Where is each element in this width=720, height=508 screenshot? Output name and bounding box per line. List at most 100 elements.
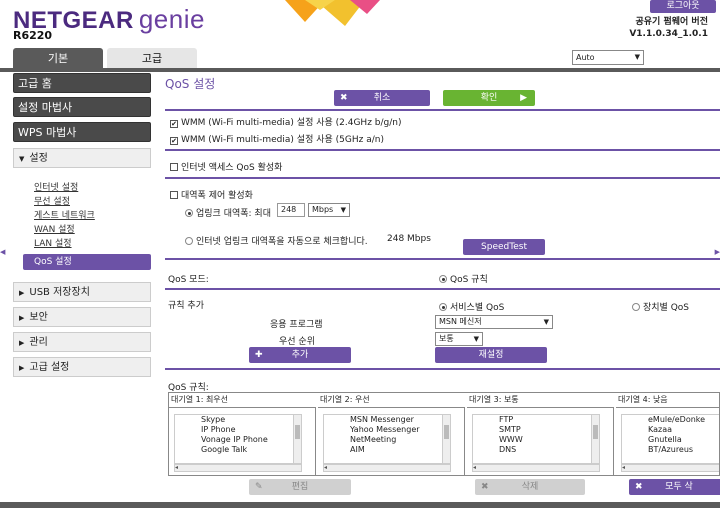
list-item[interactable]: MSN Messenger: [324, 415, 450, 425]
by-service-radio[interactable]: [439, 303, 447, 311]
sidebar-group-usb[interactable]: ▶ USB 저장장치: [13, 282, 151, 302]
queue-column: 대기열 2: 우선 MSN Messenger Yahoo Messenger …: [318, 393, 465, 475]
triangle-right-icon: ▶: [19, 339, 25, 347]
add-rule-label: 규칙 추가: [168, 301, 204, 311]
sidebar-group-advanced-setup[interactable]: ▶ 고급 설정: [13, 357, 151, 377]
vertical-scrollbar[interactable]: [442, 415, 450, 463]
firmware-version: V1.1.0.34_1.0.1: [629, 29, 708, 39]
horizontal-scrollbar[interactable]: ◂: [621, 464, 719, 472]
queue-column: 대기열 4: 낮음 eMule/eDonke Kazaa Gnutella BT…: [616, 393, 719, 475]
bw-control-row: 대역폭 제어 활성화: [170, 188, 253, 201]
cancel-button[interactable]: ✖ 취소: [334, 90, 430, 106]
list-item[interactable]: IP Phone: [175, 425, 301, 435]
arrow-right-icon: ▶: [520, 93, 527, 103]
apply-button[interactable]: 확인 ▶: [443, 90, 535, 106]
divider: [165, 368, 720, 370]
list-item[interactable]: DNS: [473, 445, 599, 455]
chevron-down-icon: ▼: [473, 335, 479, 343]
tab-advanced[interactable]: 고급: [107, 48, 197, 69]
by-device-label: 장치별 QoS: [643, 303, 690, 313]
logout-button[interactable]: 로그아웃: [650, 0, 716, 13]
sidebar-wizard-button[interactable]: 설정 마법사: [13, 97, 151, 117]
edit-label: 편집: [291, 482, 309, 492]
uplink-manual-radio[interactable]: [185, 209, 193, 217]
scrollbar-thumb[interactable]: [295, 425, 300, 439]
list-item[interactable]: WWW: [473, 435, 599, 445]
edit-button[interactable]: ✎ 편집: [249, 479, 351, 495]
reset-button[interactable]: 재설정: [435, 347, 547, 363]
uplink-auto-radio[interactable]: [185, 237, 193, 245]
list-item[interactable]: NetMeeting: [324, 435, 450, 445]
close-icon: ✖: [340, 93, 348, 103]
sidebar-item-wireless[interactable]: 무선 설정: [34, 194, 70, 207]
sidebar-item-lan[interactable]: LAN 설정: [34, 236, 72, 249]
collapse-left-icon[interactable]: ◀: [0, 248, 5, 256]
horizontal-scrollbar[interactable]: ◂: [174, 464, 302, 472]
queue-list[interactable]: MSN Messenger Yahoo Messenger NetMeeting…: [323, 414, 451, 464]
uplink-bandwidth-input[interactable]: 248: [277, 203, 305, 217]
app-select[interactable]: MSN 메신저 ▼: [435, 315, 553, 329]
queue-list[interactable]: FTP SMTP WWW DNS: [472, 414, 600, 464]
language-value: Auto: [576, 53, 595, 62]
sidebar-group-admin[interactable]: ▶ 관리: [13, 332, 151, 352]
list-item[interactable]: Kazaa: [622, 425, 719, 435]
queue-list[interactable]: eMule/eDonke Kazaa Gnutella BT/Azureus: [621, 414, 719, 464]
by-service-label: 서비스별 QoS: [450, 303, 505, 313]
list-item[interactable]: Yahoo Messenger: [324, 425, 450, 435]
tab-basic[interactable]: 기본: [13, 48, 103, 69]
list-item[interactable]: Vonage IP Phone: [175, 435, 301, 445]
sidebar-group-security[interactable]: ▶ 보안: [13, 307, 151, 327]
priority-label: 우선 순위: [279, 337, 315, 347]
scrollbar-thumb[interactable]: [444, 425, 449, 439]
internet-qos-checkbox[interactable]: [170, 163, 178, 171]
list-item[interactable]: Skype: [175, 415, 301, 425]
vertical-scrollbar[interactable]: [591, 415, 599, 463]
sidebar-group-setup[interactable]: ▼ 설정: [13, 148, 151, 168]
delete-all-button[interactable]: ✖ 모두 삭: [629, 479, 720, 495]
list-item[interactable]: eMule/eDonke: [622, 415, 719, 425]
wmm-5-checkbox[interactable]: ✔: [170, 137, 178, 145]
queue-header: 대기열 4: 낮음: [616, 393, 719, 408]
uplink-auto-row: 인터넷 업링크 대역폭을 자동으로 체크합니다.: [185, 234, 368, 247]
scrollbar-thumb[interactable]: [593, 425, 598, 439]
internet-qos-label: 인터넷 액세스 QoS 활성화: [181, 163, 283, 173]
language-select[interactable]: Auto ▼: [572, 50, 644, 65]
list-item[interactable]: Gnutella: [622, 435, 719, 445]
queue-column: 대기열 1: 최우선 Skype IP Phone Vonage IP Phon…: [169, 393, 316, 475]
qos-mode-radio[interactable]: [439, 275, 447, 283]
add-button[interactable]: ✚ 추가: [249, 347, 351, 363]
by-device-radio[interactable]: [632, 303, 640, 311]
collapse-right-icon[interactable]: ▶: [715, 248, 720, 256]
sidebar-item-qos[interactable]: QoS 설정: [23, 254, 151, 270]
list-item[interactable]: BT/Azureus: [622, 445, 719, 455]
sidebar-home-button[interactable]: 고급 홈: [13, 73, 151, 93]
horizontal-scrollbar[interactable]: ◂: [472, 464, 600, 472]
list-item[interactable]: Google Talk: [175, 445, 301, 455]
add-label: 추가: [291, 350, 309, 360]
wmm-24-checkbox[interactable]: ✔: [170, 120, 178, 128]
vertical-scrollbar[interactable]: [293, 415, 301, 463]
bottom-bar: [0, 502, 720, 508]
genie-star-icon: [285, 0, 380, 26]
priority-select[interactable]: 보통 ▼: [435, 332, 483, 346]
list-item[interactable]: FTP: [473, 415, 599, 425]
uplink-unit-select[interactable]: Mbps ▼: [308, 203, 350, 217]
delete-button[interactable]: ✖ 삭제: [475, 479, 585, 495]
sidebar-group-label: 보안: [29, 312, 48, 323]
triangle-right-icon: ▶: [19, 364, 25, 372]
delete-label: 삭제: [521, 482, 539, 492]
sidebar-item-internet[interactable]: 인터넷 설정: [34, 180, 78, 193]
sidebar-wps-button[interactable]: WPS 마법사: [13, 122, 151, 142]
queue-list[interactable]: Skype IP Phone Vonage IP Phone Google Ta…: [174, 414, 302, 464]
list-item[interactable]: AIM: [324, 445, 450, 455]
close-icon: ✖: [635, 482, 643, 492]
sidebar-item-wan[interactable]: WAN 설정: [34, 222, 75, 235]
sidebar-item-guest[interactable]: 게스트 네트워크: [34, 208, 95, 221]
speedtest-button[interactable]: SpeedTest: [463, 239, 545, 255]
list-item[interactable]: SMTP: [473, 425, 599, 435]
sidebar-group-label: 설정: [29, 153, 48, 164]
horizontal-scrollbar[interactable]: ◂: [323, 464, 451, 472]
apply-label: 확인: [480, 93, 498, 103]
bw-control-checkbox[interactable]: [170, 191, 178, 199]
uplink-auto-label: 인터넷 업링크 대역폭을 자동으로 체크합니다.: [196, 237, 368, 247]
